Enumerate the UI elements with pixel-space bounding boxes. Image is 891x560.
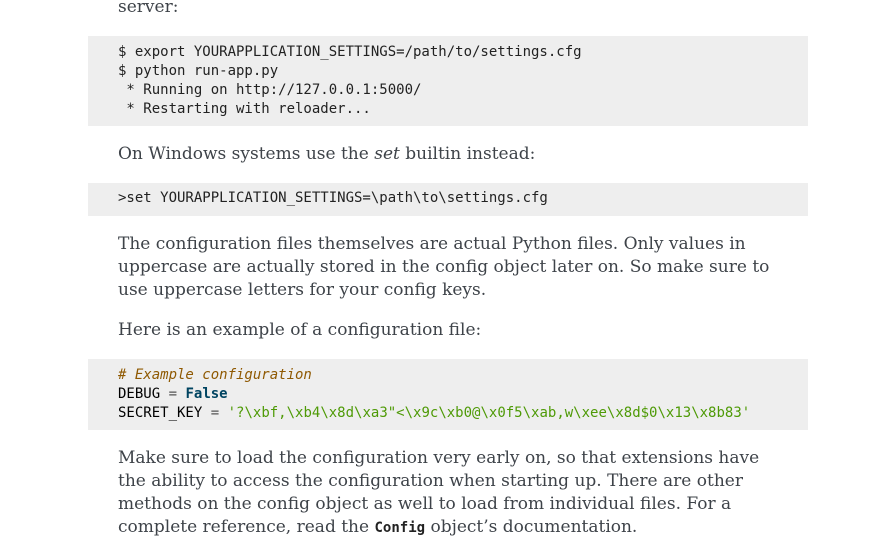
windows-set-line: >set YOURAPPLICATION_SETTINGS=\path\to\s…: [118, 190, 548, 206]
debug-name: DEBUG: [118, 386, 161, 402]
config-debug-line: DEBUG = False: [118, 385, 808, 404]
windows-code-block: >set YOURAPPLICATION_SETTINGS=\path\to\s…: [88, 183, 808, 216]
config-files-paragraph: The configuration files themselves are a…: [118, 234, 770, 300]
config-example-code-block: # Example configuration DEBUG = False SE…: [88, 359, 808, 430]
shell-line-running: * Running on http://127.0.0.1:5000/: [118, 82, 422, 98]
final-paragraph: Make sure to load the configuration very…: [118, 447, 778, 540]
final-para-after: object’s documentation.: [425, 517, 638, 537]
shell-line-run: $ python run-app.py: [118, 63, 279, 79]
config-comment-line: # Example configuration: [118, 366, 808, 385]
windows-para-set-emphasis: set: [374, 144, 400, 164]
example-intro-paragraph: Here is an example of a configuration fi…: [118, 320, 482, 340]
secret-equals: =: [210, 405, 220, 421]
secret-key-value: '?\xbf,\xb4\x8d\xa3"<\x9c\xb0@\x0f5\xab,…: [227, 405, 751, 421]
shell-code-block: $ export YOURAPPLICATION_SETTINGS=/path/…: [88, 36, 808, 126]
config-comment: # Example configuration: [118, 367, 312, 383]
debug-equals: =: [168, 386, 178, 402]
intro-tail-text: server:: [118, 0, 179, 17]
config-secret-line: SECRET_KEY = '?\xbf,\xb4\x8d\xa3"<\x9c\x…: [118, 404, 808, 423]
windows-paragraph: On Windows systems use the set builtin i…: [118, 143, 778, 166]
shell-line-restarting: * Restarting with reloader...: [118, 101, 371, 117]
secret-key-name: SECRET_KEY: [118, 405, 203, 421]
windows-para-after: builtin instead:: [399, 144, 536, 164]
config-inline-code: Config: [374, 520, 426, 536]
windows-para-before: On Windows systems use the: [118, 144, 375, 164]
debug-value: False: [185, 386, 228, 402]
shell-line-export: $ export YOURAPPLICATION_SETTINGS=/path/…: [118, 44, 582, 60]
